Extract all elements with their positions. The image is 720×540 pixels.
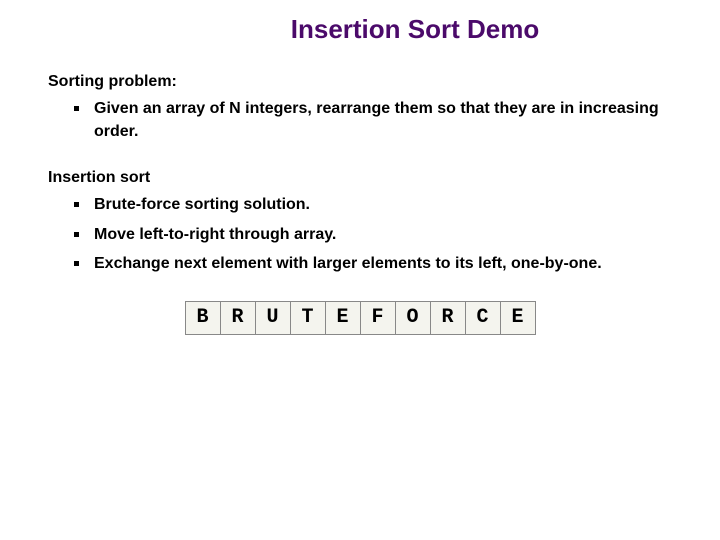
array-cell: R [220, 301, 256, 335]
array-cell: R [430, 301, 466, 335]
array-cell: U [255, 301, 291, 335]
array-cell: T [290, 301, 326, 335]
array-cell: F [360, 301, 396, 335]
array-visualization: B R U T E F O R C E [48, 301, 672, 335]
section-2-list: Brute-force sorting solution. Move left-… [48, 193, 672, 275]
array-cell: E [500, 301, 536, 335]
array-cell: E [325, 301, 361, 335]
section-1-list: Given an array of N integers, rearrange … [48, 97, 672, 143]
list-item: Brute-force sorting solution. [84, 193, 672, 216]
section-heading-2: Insertion sort [48, 169, 672, 187]
array-cell: C [465, 301, 501, 335]
list-item: Move left-to-right through array. [84, 223, 672, 246]
list-item: Exchange next element with larger elemen… [84, 252, 672, 275]
slide: Insertion Sort Demo Sorting problem: Giv… [0, 0, 720, 540]
array-cell: B [185, 301, 221, 335]
list-item: Given an array of N integers, rearrange … [84, 97, 672, 143]
slide-title: Insertion Sort Demo [158, 14, 672, 45]
section-heading-1: Sorting problem: [48, 73, 672, 91]
array-cell: O [395, 301, 431, 335]
